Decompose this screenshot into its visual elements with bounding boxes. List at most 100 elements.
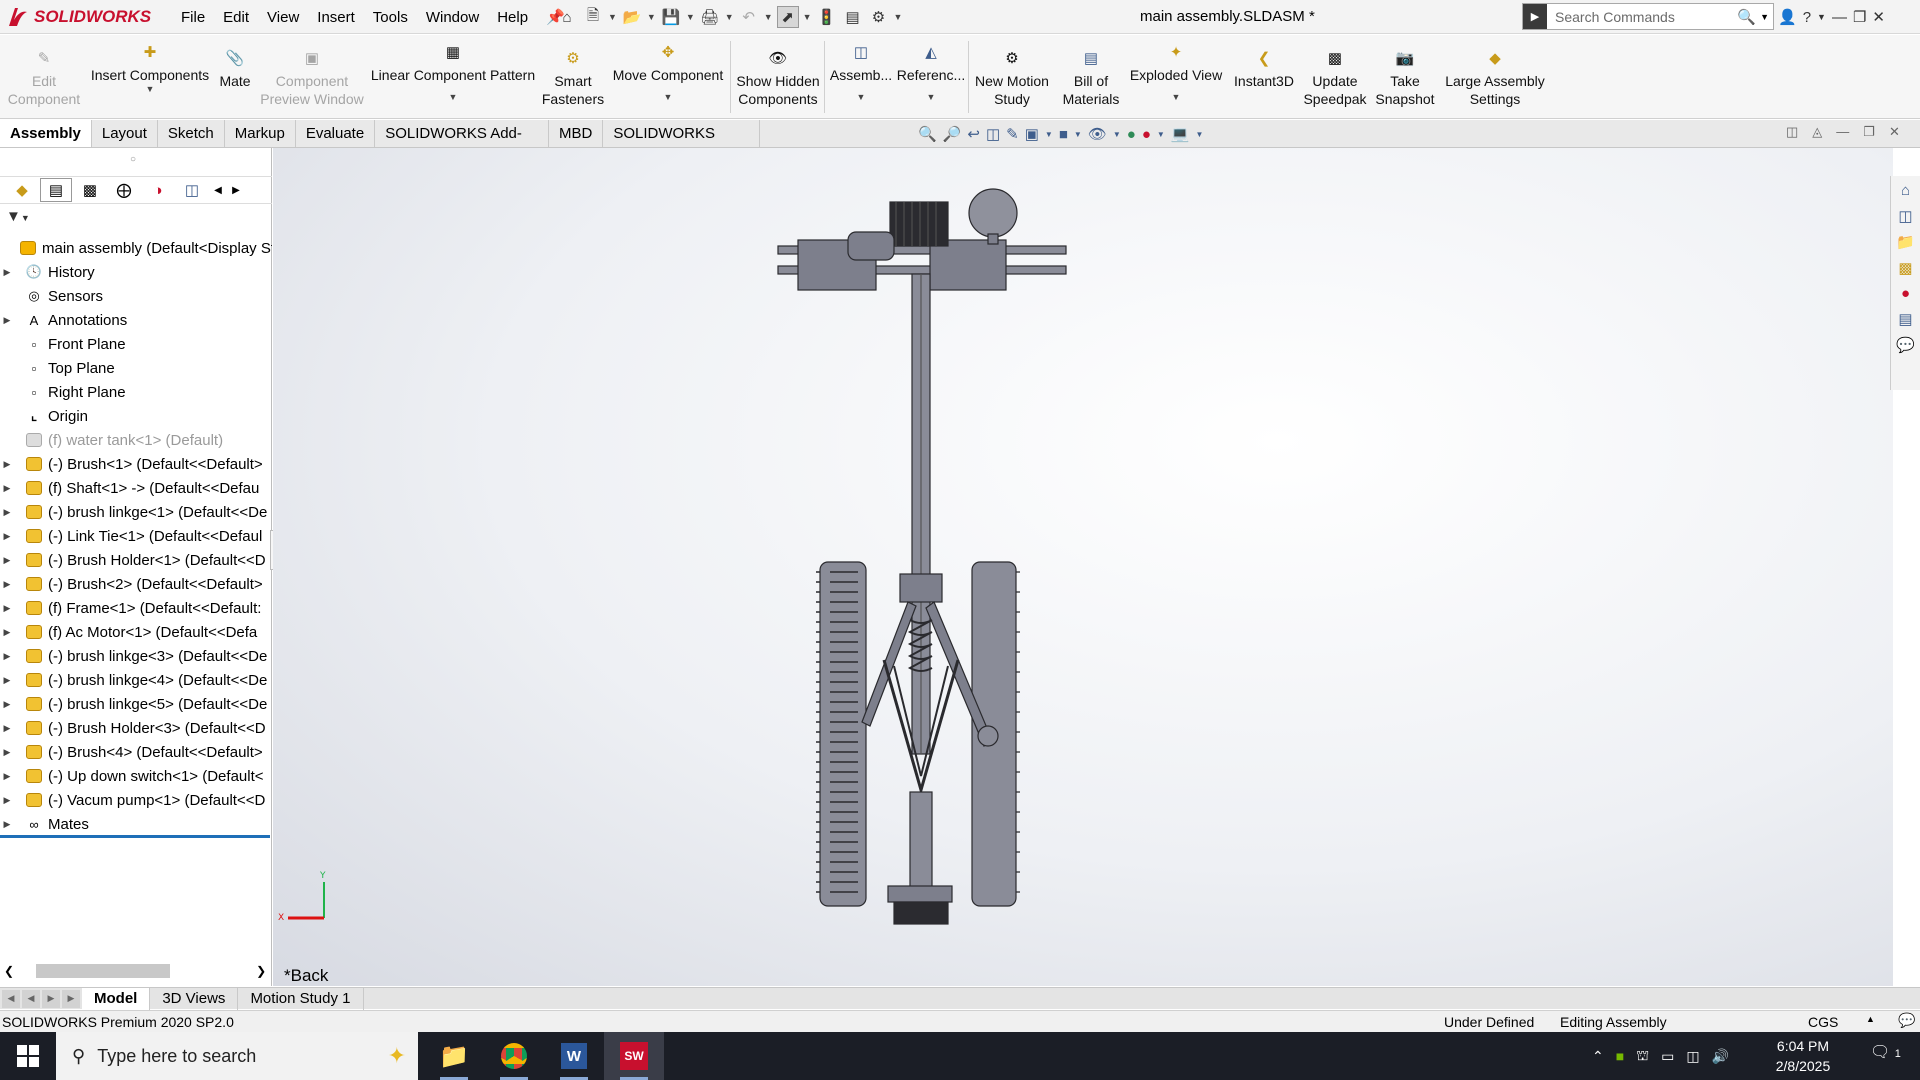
taskbar-search[interactable]: ⚲ Type here to search ✦ xyxy=(56,1032,418,1080)
minimize-icon[interactable]: — xyxy=(1836,124,1849,140)
close-icon[interactable]: ✕ xyxy=(1889,124,1900,140)
chevron-down-icon[interactable]: ▼ xyxy=(1196,130,1204,139)
chevron-down-icon[interactable]: ▼ xyxy=(1760,12,1773,22)
rebuild-icon[interactable]: 🚦 xyxy=(816,6,838,28)
next-tab-icon[interactable]: ▶ xyxy=(42,989,60,1008)
tree-item[interactable]: ▶ (-) brush linkge<4> (Default<<De xyxy=(0,668,272,692)
taskbar-clock[interactable]: 6:04 PM 2/8/2025 xyxy=(1768,1036,1838,1076)
search-mode-icon[interactable]: ▶ xyxy=(1523,4,1547,29)
expand-arrow-icon[interactable]: ▶ xyxy=(0,723,14,734)
chevron-down-icon[interactable]: ▼ xyxy=(146,84,155,94)
tab-evaluate[interactable]: Evaluate xyxy=(295,120,376,147)
tab-model[interactable]: Model xyxy=(82,987,151,1010)
expand-arrow-icon[interactable]: ▶ xyxy=(0,651,14,662)
forum-icon[interactable]: 💬 xyxy=(1896,336,1915,354)
tile-left-icon[interactable]: ◫ xyxy=(1786,124,1798,140)
chevron-down-icon[interactable]: ▼ xyxy=(1113,130,1121,139)
edit-component-button[interactable]: ✎ Edit Component xyxy=(4,48,84,124)
search-commands[interactable]: ▶ Search Commands 🔍 ▼ xyxy=(1522,3,1774,30)
tree-horizontal-scrollbar[interactable]: ❮ ❯ xyxy=(0,960,270,982)
tab-cam[interactable]: SOLIDWORKS CAM xyxy=(603,120,760,169)
last-tab-icon[interactable]: ▶ xyxy=(62,989,80,1008)
dynamic-annotation-icon[interactable]: ✎ xyxy=(1006,125,1019,143)
tooltip-icon[interactable]: 💬 xyxy=(1898,1012,1915,1029)
view-settings-icon[interactable]: 💻 xyxy=(1171,125,1190,143)
tree-item[interactable]: ▶ (-) brush linkge<1> (Default<<De xyxy=(0,500,272,524)
custom-properties-icon[interactable]: ▤ xyxy=(1898,310,1912,328)
scroll-right-icon[interactable]: ▶ xyxy=(228,178,244,202)
expand-arrow-icon[interactable]: ▶ xyxy=(0,507,14,518)
menu-view[interactable]: View xyxy=(258,9,308,26)
chevron-down-icon[interactable]: ▼ xyxy=(1172,92,1181,102)
expand-arrow-icon[interactable]: ▶ xyxy=(0,675,14,686)
chevron-down-icon[interactable]: ▼ xyxy=(764,12,773,22)
linear-component-pattern-button[interactable]: ▦ Linear Component Pattern ▼ xyxy=(368,42,538,118)
security-icon[interactable]: ⛫ xyxy=(1636,1047,1649,1066)
chevron-down-icon[interactable]: ▼ xyxy=(1817,12,1826,22)
help-icon[interactable]: ? xyxy=(1803,9,1811,26)
expand-arrow-icon[interactable]: ▶ xyxy=(0,747,14,758)
tree-item[interactable]: ▶ (-) brush linkge<5> (Default<<De xyxy=(0,692,272,716)
rollback-bar[interactable] xyxy=(0,835,270,838)
feature-tree-tab-icon[interactable]: ◆ xyxy=(6,178,38,202)
tree-item[interactable]: ▶ (f) Ac Motor<1> (Default<<Defa xyxy=(0,620,272,644)
chevron-down-icon[interactable]: ▼ xyxy=(1157,130,1165,139)
tab-motion-study-1[interactable]: Motion Study 1 xyxy=(238,987,364,1010)
select-cursor-icon[interactable]: ⬈ xyxy=(776,6,799,28)
volume-icon[interactable]: 🔊 xyxy=(1712,1048,1729,1065)
undo-icon[interactable]: ↶ xyxy=(738,6,760,28)
expand-arrow-icon[interactable]: ▶ xyxy=(0,699,14,710)
cam-tab-icon[interactable]: ◫ xyxy=(176,178,208,202)
open-folder-icon[interactable]: 📂 xyxy=(621,6,643,28)
search-icon[interactable]: 🔍 xyxy=(1733,8,1760,26)
tree-item[interactable]: ▶ 🕓 History xyxy=(0,260,272,284)
chevron-down-icon[interactable]: ▼ xyxy=(647,12,656,22)
tree-item[interactable]: (f) water tank<1> (Default) xyxy=(0,428,272,452)
large-assembly-settings-button[interactable]: ◆ Large Assembly Settings xyxy=(1440,48,1550,124)
display-icon[interactable]: ▭ xyxy=(1661,1048,1674,1065)
section-view-icon[interactable]: ◫ xyxy=(986,125,1000,143)
status-units[interactable]: CGS xyxy=(1808,1014,1838,1030)
tree-item[interactable]: ▶ (-) Brush Holder<3> (Default<<D xyxy=(0,716,272,740)
configuration-manager-tab-icon[interactable]: ▩ xyxy=(74,178,106,202)
assembly-features-button[interactable]: ◫ Assemb... ▼ xyxy=(828,42,894,118)
appearances-icon[interactable]: ● xyxy=(1901,285,1910,302)
zoom-to-fit-icon[interactable]: 🔍 xyxy=(918,125,937,143)
tab-addins[interactable]: SOLIDWORKS Add-Ins xyxy=(375,120,549,169)
tree-item[interactable]: ▶ (-) brush linkge<3> (Default<<De xyxy=(0,644,272,668)
view-orientation-icon[interactable]: ▣ xyxy=(1025,125,1039,143)
design-library-icon[interactable]: ◫ xyxy=(1898,207,1912,225)
filter-icon[interactable]: ▼▼ xyxy=(6,208,30,225)
scroll-left-icon[interactable]: ◀ xyxy=(210,178,226,202)
chevron-down-icon[interactable]: ▼ xyxy=(608,12,617,22)
tab-sketch[interactable]: Sketch xyxy=(157,120,225,147)
start-button[interactable] xyxy=(0,1032,56,1080)
edit-appearance-icon[interactable]: ● xyxy=(1127,126,1136,143)
tile-right-icon[interactable]: ◬ xyxy=(1812,124,1822,140)
apply-scene-icon[interactable]: ● xyxy=(1142,126,1151,143)
expand-arrow-icon[interactable]: ▶ xyxy=(0,627,14,638)
network-icon[interactable]: ◫ xyxy=(1686,1048,1699,1065)
menu-edit[interactable]: Edit xyxy=(214,9,258,26)
tree-item[interactable]: ▫ Right Plane xyxy=(0,380,272,404)
panel-grip-icon[interactable]: ○ xyxy=(130,154,136,165)
restore-icon[interactable]: ❐ xyxy=(1863,124,1875,140)
chevron-down-icon[interactable]: ▼ xyxy=(725,12,734,22)
tab-assembly[interactable]: Assembly xyxy=(0,120,92,147)
tab-layout[interactable]: Layout xyxy=(91,120,158,147)
take-snapshot-button[interactable]: 📷 Take Snapshot xyxy=(1372,48,1438,124)
dimxpert-tab-icon[interactable]: ⨁ xyxy=(108,178,140,202)
scroll-left-icon[interactable]: ❮ xyxy=(4,964,14,978)
mate-button[interactable]: 📎 Mate xyxy=(214,48,256,124)
prev-tab-icon[interactable]: ◀ xyxy=(22,989,40,1008)
expand-arrow-icon[interactable]: ▶ xyxy=(0,603,14,614)
expand-arrow-icon[interactable]: ▶ xyxy=(0,555,14,566)
tree-item[interactable]: ▶ (-) Brush<1> (Default<<Default> xyxy=(0,452,272,476)
bill-of-materials-button[interactable]: ▤ Bill of Materials xyxy=(1056,48,1126,124)
display-style-icon[interactable]: ■ xyxy=(1059,126,1068,143)
options-gear-icon[interactable]: ⚙ xyxy=(868,6,890,28)
expand-arrow-icon[interactable]: ▶ xyxy=(0,459,14,470)
taskbar-search-input[interactable]: Type here to search xyxy=(97,1046,256,1067)
tree-root-assembly[interactable]: main assembly (Default<Display Sta xyxy=(0,236,272,260)
menu-tools[interactable]: Tools xyxy=(364,9,417,26)
